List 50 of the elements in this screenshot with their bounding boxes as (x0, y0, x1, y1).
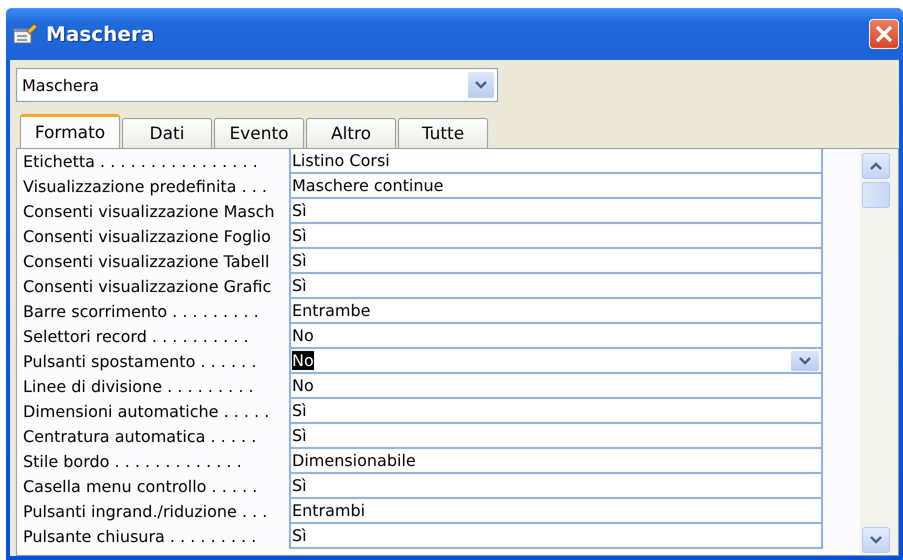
scroll-thumb[interactable] (862, 182, 890, 208)
property-label: Consenti visualizzazione Grafic (23, 276, 272, 298)
property-label: Linee di divisione . . . . . . . . . (23, 376, 255, 398)
property-value-field[interactable]: No (289, 324, 823, 349)
property-value-field[interactable]: No (289, 349, 823, 374)
tab[interactable]: Tutte (398, 118, 488, 148)
property-label: Pulsante chiusura . . . . . . . . . (23, 526, 258, 548)
tab[interactable]: Altro (306, 118, 396, 148)
property-label: Pulsanti ingrand./riduzione . . . (23, 501, 268, 523)
tab[interactable]: Evento (214, 118, 304, 148)
window-title: Maschera (46, 22, 156, 46)
property-value-field[interactable]: Entrambe (289, 299, 823, 324)
tab[interactable]: Dati (122, 118, 212, 148)
object-dropdown[interactable]: Maschera (16, 68, 498, 102)
property-value-field[interactable]: Dimensionabile (289, 449, 823, 474)
property-label: Consenti visualizzazione Tabell (23, 251, 270, 273)
property-value-field[interactable]: Entrambi (289, 499, 823, 524)
scroll-down-button[interactable] (862, 527, 890, 553)
close-button[interactable] (869, 19, 899, 49)
chevron-down-icon (870, 536, 882, 544)
property-value-field[interactable]: Sì (289, 249, 823, 274)
property-value-field[interactable]: Sì (289, 399, 823, 424)
property-value-field[interactable]: Sì (289, 424, 823, 449)
property-value-field[interactable]: Sì (289, 274, 823, 299)
chevron-down-icon (475, 81, 487, 89)
property-label: Dimensioni automatiche . . . . . (23, 401, 270, 423)
property-label: Barre scorrimento . . . . . . . . . (23, 301, 260, 323)
close-icon (875, 25, 893, 43)
property-value-field[interactable]: Maschere continue (289, 174, 823, 199)
property-label: Visualizzazione predefinita . . . (23, 176, 268, 198)
property-label: Pulsanti spostamento . . . . . . (23, 351, 258, 373)
property-value-field[interactable]: Sì (289, 524, 823, 549)
chevron-down-icon (799, 356, 811, 364)
property-value-field[interactable]: Sì (289, 199, 823, 224)
property-label: Casella menu controllo . . . . . (23, 476, 258, 498)
property-label: Selettori record . . . . . . . . . . (23, 326, 250, 348)
property-label: Centratura automatica . . . . . (23, 426, 258, 448)
scroll-up-button[interactable] (862, 153, 890, 179)
property-label: Stile bordo . . . . . . . . . . . . . (23, 451, 243, 473)
tab[interactable]: Formato (20, 114, 120, 148)
chevron-up-icon (870, 162, 882, 170)
property-label: Consenti visualizzazione Masch (23, 201, 276, 223)
property-value-field[interactable]: No (289, 374, 823, 399)
property-value-field[interactable]: Listino Corsi (289, 149, 823, 174)
form-properties-icon (12, 23, 38, 45)
property-value-field[interactable]: Sì (289, 474, 823, 499)
property-label: Consenti visualizzazione Foglio (23, 226, 272, 248)
property-value-field[interactable]: Sì (289, 224, 823, 249)
property-label: Etichetta . . . . . . . . . . . . . . . . (23, 151, 259, 173)
scrollbar[interactable] (860, 149, 898, 555)
